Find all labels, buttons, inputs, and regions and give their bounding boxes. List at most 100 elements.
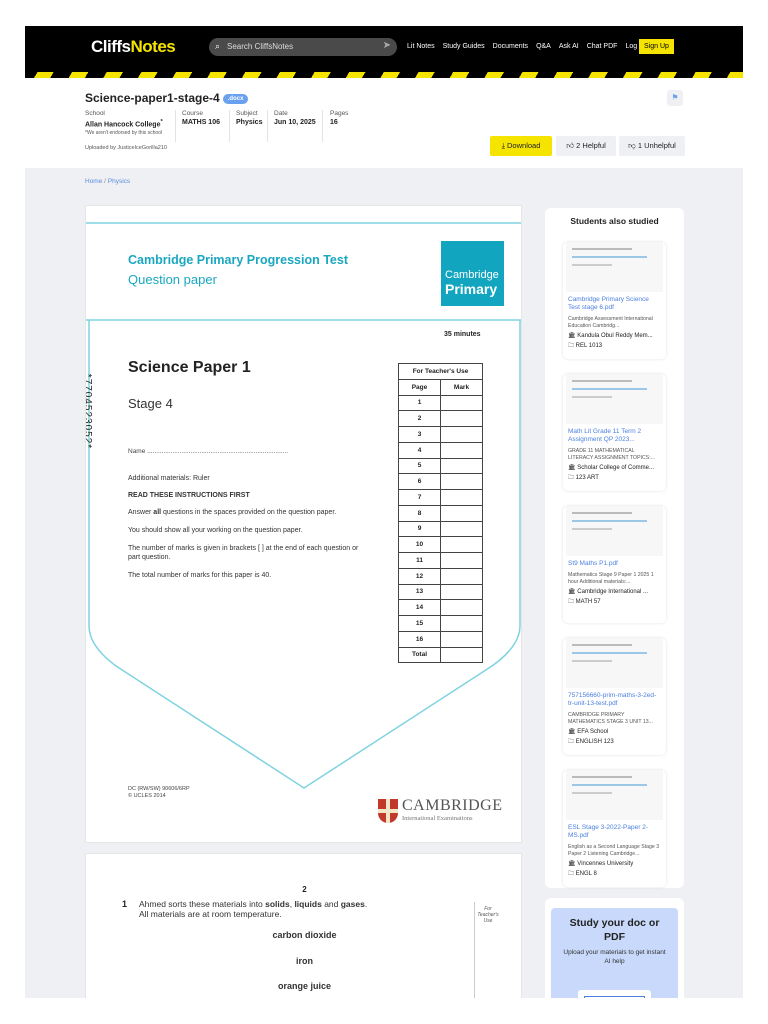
doc-thumbnail[interactable] [566,638,663,688]
nav-documents[interactable]: Documents [493,43,528,50]
app-frame: CliffsNotes ⌕ Search CliffsNotes ➤ Lit Not… [25,26,743,998]
doc-title-link[interactable]: St9 Maths P1.pdf [568,560,661,568]
school-value[interactable]: Allan Hancock College [85,121,160,128]
unhelpful-button[interactable]: 👎︎ 1 Unhelpful [619,136,685,156]
related-doc-card[interactable]: ESL Stage 3-2022-Paper 2-MS.pdf English … [563,770,666,887]
page-cell: 2 [398,410,441,427]
nav-chat-pdf[interactable]: Chat PDF [587,43,618,50]
cliffsnotes-logo[interactable]: CliffsNotes [91,37,176,57]
mark-cell [440,567,483,585]
flag-icon[interactable]: ⚑ [667,90,683,106]
col-page: Page [398,378,441,396]
instruction-4: The total number of marks for this paper… [128,572,272,579]
q-bold: solids [265,899,290,909]
uploaded-by: Uploaded by JusticeIceGorilla210 [85,145,167,151]
table-row: 11 [398,552,483,569]
doc-title-link[interactable]: ESL Stage 3-2022-Paper 2-MS.pdf [568,824,661,840]
doc-course: 🗀 REL 1013 [568,341,661,351]
paper-title: Science Paper 1 [128,359,251,376]
page-cell: 11 [398,552,441,569]
doc-description: Cambridge Assessment International Educa… [568,316,653,329]
table-heading: For Teacher's Use [398,363,483,380]
doc-description: English as a Second Language Stage 3 Pap… [568,844,660,857]
mark-cell [440,552,483,569]
school-note: *We aren't endorsed by this school [85,130,163,137]
helpful-button[interactable]: 👍︎ 2 Helpful [556,136,616,156]
logo-top: Cambridge [445,269,499,281]
send-icon[interactable]: ➤ [383,40,391,51]
instr-text: questions in the spaces provided on the … [161,509,337,516]
related-doc-card[interactable]: 757156660-prim-maths-3-2ed-tr-unit-13-te… [563,638,666,755]
nav-ask-ai[interactable]: Ask AI [559,43,579,50]
page-cell: 16 [398,630,441,648]
mark-cell [440,457,483,475]
doc-thumbnail[interactable] [566,770,663,820]
course-value[interactable]: MATHS 106 [182,119,220,126]
candidate-barcode: *7704523052* [85,373,94,450]
file-type-badge: .docx [222,94,249,104]
logo-text-a: Cliffs [91,37,131,56]
breadcrumb-home[interactable]: Home [85,178,102,185]
meta-school: School Allan Hancock College* *We aren't e… [85,110,163,136]
school-text: EFA School [577,729,609,735]
doc-title-link[interactable]: Math Lit Grade 11 Term 2 Assignment QP 2… [568,428,661,444]
q-text: . [364,899,368,909]
doc-title-link[interactable]: Cambridge Primary Science Test stage 6.p… [568,296,661,312]
meta-pages: Pages 16 [330,110,348,126]
instr-text: Answer [128,509,154,516]
sign-up-button[interactable]: Sign Up [639,39,674,54]
upload-illustration[interactable] [578,990,651,998]
folder-icon: 🗀 [568,343,576,349]
related-doc-card[interactable]: Math Lit Grade 11 Term 2 Assignment QP 2… [563,374,666,491]
folder-icon: 🗀 [568,871,576,877]
mark-cell [440,615,483,632]
search-input[interactable]: ⌕ Search CliffsNotes ➤ [209,38,397,56]
document-info: Science-paper1-stage-4 .docx ⚑ School Alla… [25,78,743,168]
doc-school: 🏛︎ Kandula Obul Reddy Mem... [568,332,661,339]
divider [175,110,176,142]
mark-cell [440,441,483,459]
additional-materials: Additional materials: Ruler [128,475,210,482]
doc-thumbnail[interactable] [566,242,663,292]
page-number: 2 [302,885,307,894]
page-cell: 1 [398,394,441,412]
material-item: iron [296,956,313,966]
instr-bold: all [153,509,162,516]
related-doc-card[interactable]: St9 Maths P1.pdf Mathematics Stage 9 Pap… [563,506,666,623]
thumbs-up-icon: 👍︎ [566,141,577,150]
related-doc-card[interactable]: Cambridge Primary Science Test stage 6.p… [563,242,666,359]
folder-icon: 🗀 [568,475,576,481]
divider [267,110,268,142]
table-row: 2 [398,410,483,427]
course-text: REL 1013 [575,343,603,349]
mark-cell [440,394,483,412]
page-cell: 4 [398,441,441,459]
breadcrumb-sep: / [104,178,106,185]
mark-cell [440,504,483,522]
download-button[interactable]: ⤓ Download [490,136,552,156]
crest-icon [378,799,398,823]
series-title: Cambridge Primary Progression Test [128,253,348,267]
table-row: 13 [398,583,483,601]
subject-value[interactable]: Physics [236,119,262,126]
duration: 35 minutes [444,331,481,338]
doc-thumbnail[interactable] [566,506,663,556]
doc-thumbnail[interactable] [566,374,663,424]
teachers-use-note: For Teacher's Use [477,906,499,924]
school-text: Cambridge International ... [577,589,649,595]
study-title: Study your doc or PDF [569,917,660,943]
q-bold: liquids [294,899,322,909]
doc-title-link[interactable]: 757156660-prim-maths-3-2ed-tr-unit-13-te… [568,692,661,708]
nav-lit-notes[interactable]: Lit Notes [407,43,435,50]
nav-study-guides[interactable]: Study Guides [443,43,485,50]
page-cell: 7 [398,489,441,506]
doc-course: 🗀 MATH 57 [568,597,661,607]
nav-qa[interactable]: Q&A [536,43,551,50]
table-row: 8 [398,504,483,522]
breadcrumb-physics[interactable]: Physics [108,178,130,185]
table-row: 9 [398,520,483,538]
school-icon: 🏛︎ [568,589,578,595]
teachers-use-table: For Teacher's Use Page Mark 1 2 3 4 5 6 7 8 9 10 11… [398,363,483,664]
paper-footer: DC (RW/SW) 90606/6RP © UCLES 2014 [128,786,190,800]
doc-school: 🏛︎ Cambridge International ... [568,588,661,595]
